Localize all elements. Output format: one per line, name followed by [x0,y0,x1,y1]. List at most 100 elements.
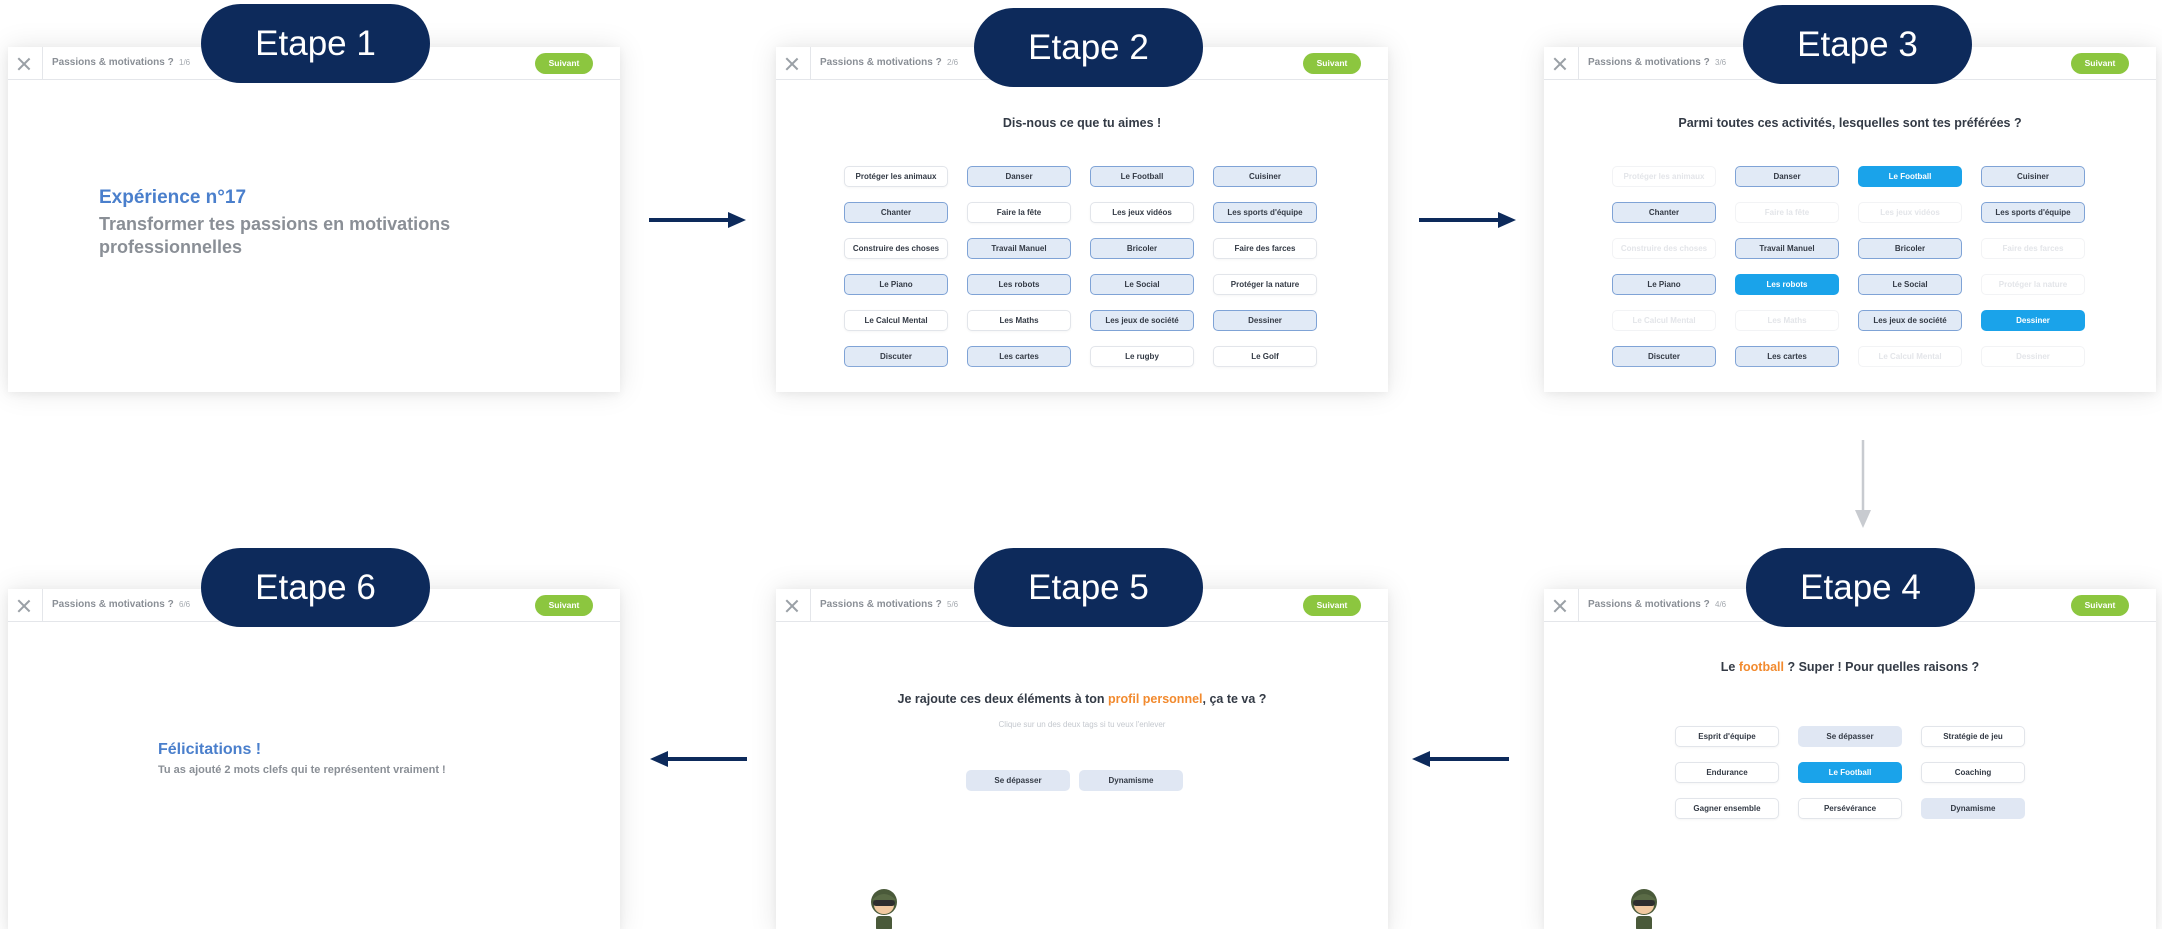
activity-chip[interactable]: Discuter [844,346,948,367]
activity-chip[interactable]: Cuisiner [1981,166,2085,187]
activity-chip[interactable]: Dessiner [1981,346,2085,367]
question-title: Passions & motivations ? [1588,599,1710,610]
question-highlight: profil personnel [1108,692,1203,706]
step-counter: 1/6 [179,58,191,67]
activity-chip[interactable]: Les jeux de société [1090,310,1194,331]
activity-chip[interactable]: Le Social [1858,274,1962,295]
step-badge-1: Etape 1 [201,4,430,83]
activity-chip[interactable]: Les robots [967,274,1071,295]
profile-tag[interactable]: Dynamisme [1079,770,1183,791]
activity-chip[interactable]: Le Piano [844,274,948,295]
activity-chip[interactable]: Le Piano [1612,274,1716,295]
activity-chip[interactable]: Faire des farces [1981,238,2085,259]
activity-chip[interactable]: Les sports d'équipe [1213,202,1317,223]
question-highlight: football [1738,660,1784,674]
next-button[interactable]: Suivant [1303,53,1361,74]
close-icon[interactable] [1550,596,1570,616]
activity-chip[interactable]: Le Social [1090,274,1194,295]
profile-tag[interactable]: Se dépasser [966,770,1070,791]
question-title: Passions & motivations ? [52,599,174,610]
congrats-title: Félicitations ! [158,741,262,758]
question-title: Passions & motivations ? [820,599,942,610]
activity-chip[interactable]: Les robots [1735,274,1839,295]
step-counter: 6/6 [179,600,191,609]
activity-chip[interactable]: Protéger les animaux [844,166,948,187]
activity-chip[interactable]: Les Maths [967,310,1071,331]
reason-chip[interactable]: Esprit d'équipe [1675,726,1779,747]
arrow-right-2-icon [1419,212,1516,228]
activity-chip[interactable]: Les sports d'équipe [1981,202,2085,223]
reason-chip[interactable]: Endurance [1675,762,1779,783]
arrow-right-1-icon [649,212,746,228]
activity-chip[interactable]: Les Maths [1735,310,1839,331]
activity-chip[interactable]: Protéger la nature [1981,274,2085,295]
activity-chip[interactable]: Chanter [1612,202,1716,223]
close-icon[interactable] [782,54,802,74]
activity-chip[interactable]: Dessiner [1981,310,2085,331]
activity-chip[interactable]: Construire des choses [1612,238,1716,259]
activity-chip[interactable]: Protéger les animaux [1612,166,1716,187]
activity-chip[interactable]: Le rugby [1090,346,1194,367]
activity-chip[interactable]: Le Football [1090,166,1194,187]
activity-chip[interactable]: Cuisiner [1213,166,1317,187]
question-text: Je rajoute ces deux éléments à ton [897,692,1109,706]
activity-chip[interactable]: Le Football [1858,166,1962,187]
next-button[interactable]: Suivant [535,53,593,74]
screen-question: Le football ? Super ! Pour quelles raiso… [1544,660,2156,674]
screen-step-2: Passions & motivations ? 2/6 Suivant Dis… [776,47,1388,392]
activity-chip[interactable]: Danser [1735,166,1839,187]
next-button[interactable]: Suivant [1303,595,1361,616]
activity-chip[interactable]: Bricoler [1858,238,1962,259]
reason-chip[interactable]: Persévérance [1798,798,1902,819]
activity-chip[interactable]: Le Calcul Mental [844,310,948,331]
activity-chip[interactable]: Le Calcul Mental [1612,310,1716,331]
reason-chip[interactable]: Dynamisme [1921,798,2025,819]
step-badge-5: Etape 5 [974,548,1203,627]
activity-chip[interactable]: Faire des farces [1213,238,1317,259]
arrow-left-2-icon [650,751,747,767]
question-text: Le [1720,660,1739,674]
question-title: Passions & motivations ? [1588,57,1710,68]
activity-chip[interactable]: Les cartes [1735,346,1839,367]
activity-chip[interactable]: Travail Manuel [967,238,1071,259]
activity-chip[interactable]: Faire la fête [967,202,1071,223]
step-badge-4: Etape 4 [1746,548,1975,627]
activity-chip[interactable]: Chanter [844,202,948,223]
activity-chip[interactable]: Discuter [1612,346,1716,367]
activity-chip[interactable]: Les jeux de société [1858,310,1962,331]
reason-chip[interactable]: Se dépasser [1798,726,1902,747]
divider [810,47,811,80]
reason-chip[interactable]: Gagner ensemble [1675,798,1779,819]
activity-chip[interactable]: Dessiner [1213,310,1317,331]
activity-chip[interactable]: Les cartes [967,346,1071,367]
step-counter: 2/6 [947,58,959,67]
close-icon[interactable] [14,596,34,616]
activity-chip[interactable]: Le Golf [1213,346,1317,367]
activity-chip[interactable]: Bricoler [1090,238,1194,259]
hint-text: Clique sur un des deux tags si tu veux l… [998,720,1166,729]
divider [1578,589,1579,622]
activity-chip[interactable]: Danser [967,166,1071,187]
activity-chip[interactable]: Construire des choses [844,238,948,259]
question-title: Passions & motivations ? [820,57,942,68]
reason-chip[interactable]: Le Football [1798,762,1902,783]
reason-chip[interactable]: Stratégie de jeu [1921,726,2025,747]
activity-chip[interactable]: Faire la fête [1735,202,1839,223]
activity-chip[interactable]: Les jeux vidéos [1858,202,1962,223]
activity-chip[interactable]: Le Calcul Mental [1858,346,1962,367]
scroll-fade [1544,365,2156,392]
next-button[interactable]: Suivant [535,595,593,616]
close-icon[interactable] [14,54,34,74]
close-icon[interactable] [1550,54,1570,74]
question-title: Passions & motivations ? [52,57,174,68]
step-counter: 3/6 [1715,58,1727,67]
activity-chip[interactable]: Les jeux vidéos [1090,202,1194,223]
activity-chip[interactable]: Protéger la nature [1213,274,1317,295]
screen-question: Je rajoute ces deux éléments à ton profi… [776,692,1388,706]
reason-chip[interactable]: Coaching [1921,762,2025,783]
next-button[interactable]: Suivant [2071,53,2129,74]
activity-chip[interactable]: Travail Manuel [1735,238,1839,259]
next-button[interactable]: Suivant [2071,595,2129,616]
close-icon[interactable] [782,596,802,616]
screen-step-1: Passions & motivations ? 1/6 Suivant Exp… [8,47,620,392]
